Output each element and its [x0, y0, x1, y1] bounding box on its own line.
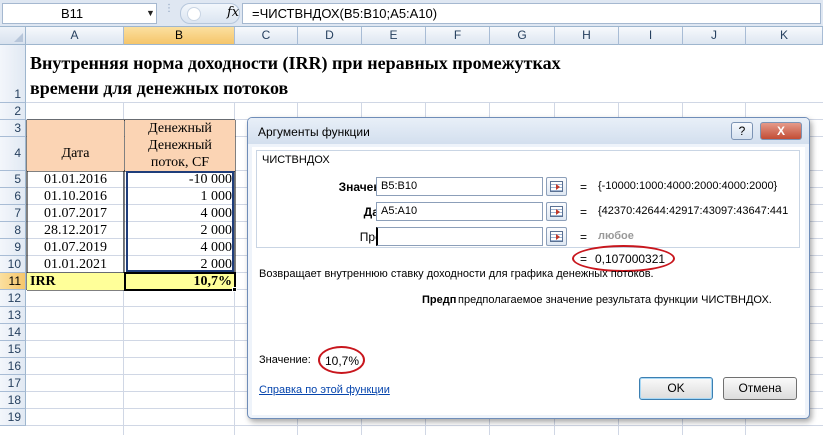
- row-header-9[interactable]: 9: [0, 239, 26, 256]
- header-cf-line3: поток, CF: [150, 155, 210, 170]
- row-header-14[interactable]: 14: [0, 324, 26, 341]
- sheet-title[interactable]: Внутренняя норма доходности (IRR) при не…: [30, 51, 561, 101]
- formula-bar: B11 ▼ ⋮ fx =ЧИСТВНДОХ(B5:B10;A5:A10): [0, 0, 823, 27]
- date-cell[interactable]: 01.10.2016: [27, 188, 124, 205]
- argument-evaluated-value: {42370:42644:42917:43097:43647:441: [598, 205, 789, 217]
- insert-function-button[interactable]: fx: [180, 3, 240, 24]
- date-cell[interactable]: 28.12.2017: [27, 222, 124, 239]
- function-arguments-dialog: Аргументы функции ? X ЧИСТВНДОХ Значения…: [247, 117, 810, 419]
- date-cell[interactable]: 01.07.2019: [27, 239, 124, 256]
- fx-icon: fx: [227, 5, 240, 20]
- argument-input[interactable]: B5:B10: [376, 177, 543, 196]
- date-cell[interactable]: 01.01.2021: [27, 256, 124, 273]
- row-header-16[interactable]: 16: [0, 358, 26, 375]
- header-date: Дата: [61, 146, 90, 161]
- cashflow-cell[interactable]: 2 000: [125, 256, 233, 273]
- sheet-title-line2: времени для денежных потоков: [30, 78, 289, 98]
- row-header-12[interactable]: 12: [0, 290, 26, 307]
- dialog-help-button[interactable]: ?: [731, 122, 753, 140]
- function-name: ЧИСТВНДОХ: [260, 154, 332, 166]
- row-header-1[interactable]: 1: [0, 45, 26, 103]
- cashflow-cell[interactable]: 2 000: [125, 222, 233, 239]
- cashflow-cell[interactable]: 1 000: [125, 188, 233, 205]
- column-header-d[interactable]: D: [298, 27, 362, 45]
- column-header-g[interactable]: G: [490, 27, 555, 45]
- argument-evaluated-value: {-10000:1000:4000:2000:4000:2000}: [598, 180, 778, 192]
- row-header-5[interactable]: 5: [0, 171, 26, 188]
- irr-label: IRR: [30, 274, 56, 289]
- circle-icon: [187, 7, 201, 21]
- row-header-6[interactable]: 6: [0, 188, 26, 205]
- sheet-title-line1: Внутренняя норма доходности (IRR) при не…: [30, 53, 561, 73]
- argument-input[interactable]: [376, 227, 543, 246]
- header-cf-line2: Денежный: [148, 138, 212, 153]
- name-box[interactable]: B11: [2, 3, 157, 24]
- range-select-icon[interactable]: [546, 202, 567, 221]
- row-header-8[interactable]: 8: [0, 222, 26, 239]
- date-cell[interactable]: 01.01.2016: [27, 171, 124, 188]
- column-header-a[interactable]: A: [26, 27, 124, 45]
- cashflow-cell[interactable]: 4 000: [125, 239, 233, 256]
- row-header-18[interactable]: 18: [0, 392, 26, 409]
- row-header-4[interactable]: 4: [0, 137, 26, 171]
- header-fill-a3: [27, 120, 124, 137]
- cancel-button[interactable]: Отмена: [723, 377, 797, 400]
- argument-equals: =: [580, 180, 588, 194]
- ok-button[interactable]: OK: [639, 377, 713, 400]
- range-select-icon[interactable]: [546, 227, 567, 246]
- dialog-titlebar[interactable]: Аргументы функции ? X: [248, 118, 809, 144]
- header-cf-line1: Денежный: [148, 121, 212, 136]
- column-header-i[interactable]: I: [619, 27, 683, 45]
- column-header-k[interactable]: K: [746, 27, 823, 45]
- row-header-2[interactable]: 2: [0, 103, 26, 120]
- argument-description-text: предполагаемое значение результата функц…: [458, 294, 772, 306]
- row-header-15[interactable]: 15: [0, 341, 26, 358]
- dialog-close-button[interactable]: X: [760, 122, 802, 140]
- formula-bar-grip-icon[interactable]: ⋮: [164, 4, 174, 22]
- column-header-f[interactable]: F: [426, 27, 490, 45]
- row-header-3[interactable]: 3: [0, 120, 26, 137]
- row-header-11[interactable]: 11: [0, 273, 26, 290]
- value-highlight-ellipse: [318, 346, 365, 374]
- date-cell[interactable]: 01.07.2017: [27, 205, 124, 222]
- row-header-7[interactable]: 7: [0, 205, 26, 222]
- column-header-b[interactable]: B: [124, 27, 235, 45]
- cashflow-cell[interactable]: 4 000: [125, 205, 233, 222]
- irr-value: 10,7%: [193, 274, 233, 289]
- corner-triangle-icon: [14, 33, 23, 42]
- argument-evaluated-value: любое: [598, 230, 634, 242]
- row-header-10[interactable]: 10: [0, 256, 26, 273]
- function-description: Возвращает внутреннюю ставку доходности …: [259, 268, 654, 280]
- row-header-19[interactable]: 19: [0, 409, 26, 426]
- argument-equals: =: [580, 230, 588, 244]
- column-header-e[interactable]: E: [362, 27, 426, 45]
- fill-handle[interactable]: [232, 287, 237, 292]
- row-header-17[interactable]: 17: [0, 375, 26, 392]
- help-link[interactable]: Справка по этой функции: [259, 384, 390, 396]
- column-header-c[interactable]: C: [235, 27, 298, 45]
- cashflow-cell[interactable]: -10 000: [125, 171, 232, 188]
- dialog-body: ЧИСТВНДОХ Значения B5:B10 = {-10000:1000:40…: [252, 147, 805, 415]
- value-label: Значение:: [259, 354, 311, 366]
- name-box-dropdown-icon[interactable]: ▼: [146, 4, 155, 23]
- formula-input[interactable]: =ЧИСТВНДОХ(B5:B10;A5:A10): [242, 3, 821, 24]
- argument-description-name: Предп: [422, 294, 457, 306]
- argument-equals: =: [580, 205, 588, 219]
- argument-input[interactable]: A5:A10: [376, 202, 543, 221]
- range-select-icon[interactable]: [546, 177, 567, 196]
- row-header-13[interactable]: 13: [0, 307, 26, 324]
- select-all-corner[interactable]: [0, 27, 26, 45]
- dialog-title: Аргументы функции: [258, 125, 370, 139]
- column-header-j[interactable]: J: [683, 27, 746, 45]
- column-header-h[interactable]: H: [555, 27, 619, 45]
